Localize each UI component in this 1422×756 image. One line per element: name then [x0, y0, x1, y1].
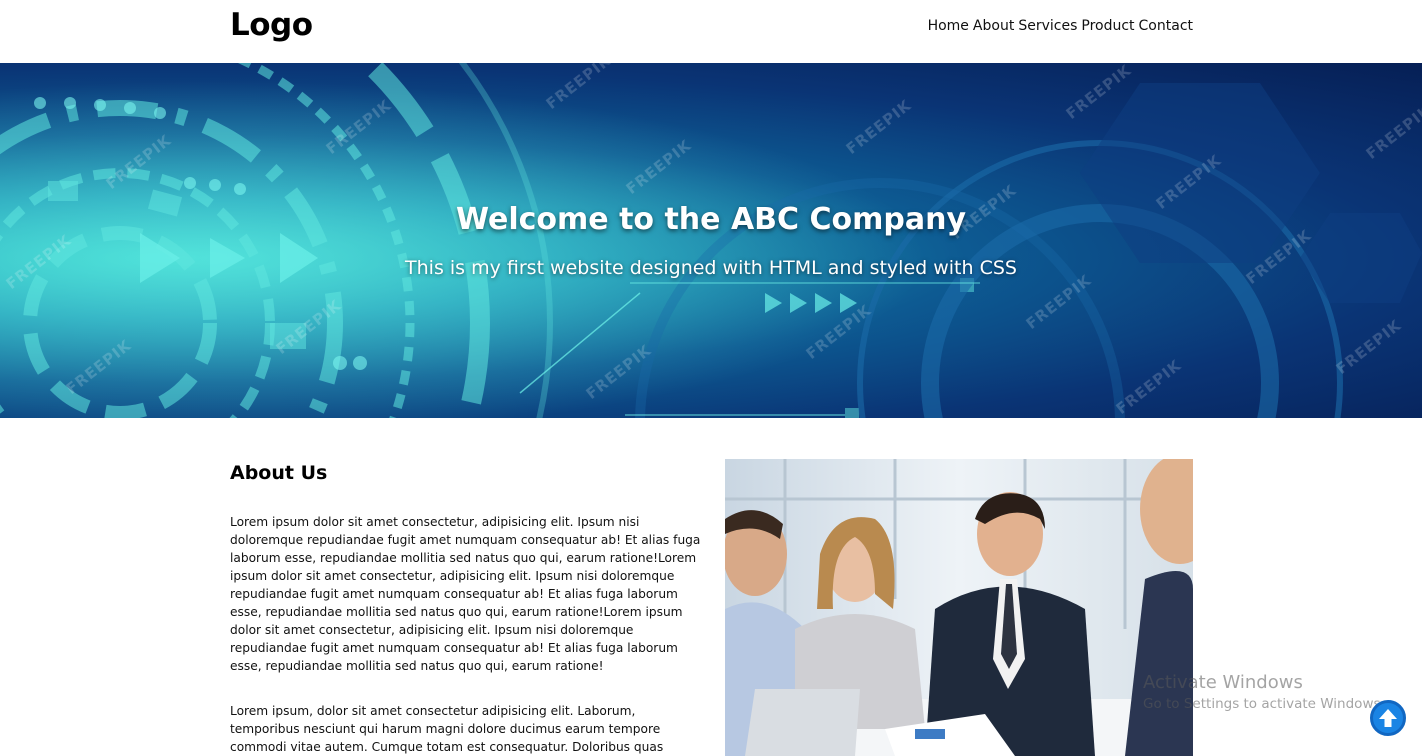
hero-title: Welcome to the ABC Company: [455, 202, 967, 237]
activate-windows-subtitle: Go to Settings to activate Windows.: [1143, 696, 1385, 712]
nav-link-home[interactable]: Home: [928, 18, 969, 34]
site-logo[interactable]: Logo: [230, 7, 313, 43]
activate-windows-title: Activate Windows: [1143, 672, 1303, 693]
nav-link-about[interactable]: About: [973, 18, 1014, 34]
team-meeting-photo: [725, 459, 1193, 756]
hero-subtitle: This is my first website designed with H…: [405, 257, 1017, 279]
main-nav: Home About Services Product Contact: [928, 18, 1193, 34]
site-header: Logo Home About Services Product Contact: [0, 0, 1422, 63]
nav-link-services[interactable]: Services: [1018, 18, 1077, 34]
scroll-to-top-button[interactable]: [1370, 700, 1406, 736]
about-heading: About Us: [230, 462, 328, 484]
about-paragraph-2: Lorem ipsum, dolor sit amet consectetur …: [230, 704, 664, 754]
hero-banner: FREEPIK FREEPIK FREEPIK FREEPIK FREEPIK …: [0, 63, 1422, 418]
arrow-up-circle-icon: [1379, 709, 1397, 727]
hero-background-graphic: [0, 63, 1422, 418]
nav-link-product[interactable]: Product: [1081, 18, 1134, 34]
nav-link-contact[interactable]: Contact: [1139, 18, 1193, 34]
about-paragraph-1: Lorem ipsum dolor sit amet consectetur, …: [230, 515, 701, 673]
